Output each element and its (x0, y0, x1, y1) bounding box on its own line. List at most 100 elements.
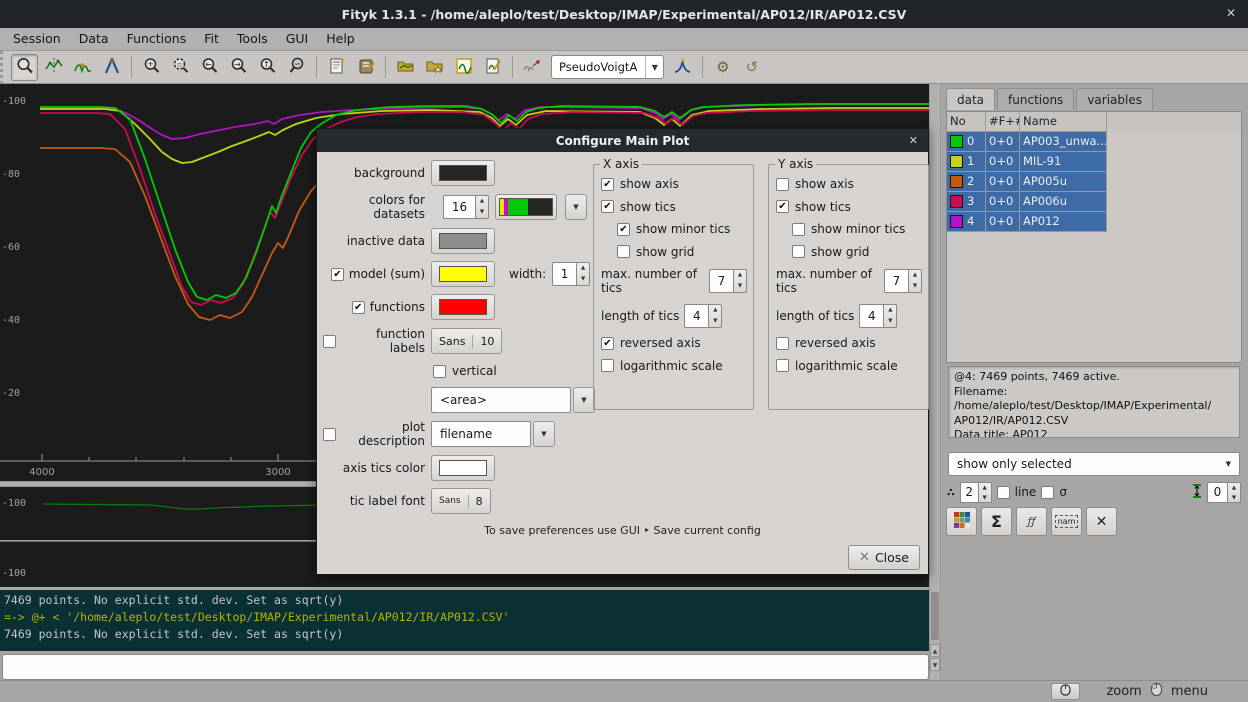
dataset-colors-count-stepper[interactable]: 16 ▲▼ (443, 195, 489, 219)
x-show-minor-tics-checkbox[interactable]: ✔ (617, 223, 630, 236)
col-no[interactable]: No (947, 112, 986, 132)
dialog-titlebar[interactable]: Configure Main Plot ✕ (317, 129, 928, 152)
scroll-down-icon[interactable]: ▼ (930, 658, 940, 671)
function-labels-checkbox[interactable] (323, 335, 336, 348)
x-show-tics-checkbox[interactable]: ✔ (601, 200, 614, 213)
y-log-scale-checkbox[interactable] (776, 359, 789, 372)
zoom-select-tool-button[interactable] (11, 54, 38, 81)
shift-stepper[interactable]: 0 ▲▼ (1207, 482, 1241, 503)
show-filter-select[interactable]: show only selected ▼ (948, 452, 1240, 476)
table-row[interactable]: 0 0+0 AP003_unwa... (947, 132, 1241, 152)
add-function-button[interactable]: ✦ (669, 54, 696, 81)
model-checkbox[interactable]: ✔ (331, 268, 344, 281)
label-format-combo[interactable]: <area> ▼ (431, 387, 595, 413)
functions-color-button[interactable] (431, 294, 495, 320)
y-tic-length-stepper[interactable]: 4▲▼ (859, 304, 897, 328)
x-log-scale-checkbox[interactable] (601, 359, 614, 372)
y-show-grid-checkbox[interactable] (792, 245, 805, 258)
fit-undo-button[interactable]: ↺ (738, 54, 765, 81)
tics-color-button[interactable] (431, 455, 495, 481)
menu-help[interactable]: Help (317, 28, 364, 50)
inactive-color-button[interactable] (431, 228, 495, 254)
quick-add-function-button[interactable] (519, 54, 546, 81)
delete-button[interactable]: ✕ (1086, 507, 1117, 536)
menu-session[interactable]: Session (4, 28, 70, 50)
menu-fit[interactable]: Fit (195, 28, 228, 50)
tic-font-button[interactable]: Sans8 (431, 488, 491, 514)
add-peak-draw-button[interactable] (69, 54, 96, 81)
rename-button[interactable]: nam (1051, 507, 1082, 536)
menu-data[interactable]: Data (70, 28, 118, 50)
vertical-checkbox[interactable] (433, 365, 446, 378)
chevron-down-icon[interactable]: ▼ (573, 387, 595, 413)
load-data-button[interactable] (392, 54, 419, 81)
line-checkbox[interactable] (997, 486, 1010, 499)
x-show-grid-checkbox[interactable] (617, 245, 630, 258)
zoom-left-button[interactable]: ← (196, 54, 223, 81)
command-input[interactable] (2, 654, 929, 680)
table-row[interactable]: 4 0+0 AP012 (947, 212, 1241, 232)
model-width-stepper[interactable]: 1 ▲▼ (552, 262, 590, 286)
y-show-minor-tics-checkbox[interactable] (792, 223, 805, 236)
baseline-tool-button[interactable] (98, 54, 125, 81)
sum-button[interactable]: Σ (981, 507, 1012, 536)
dialog-close-icon[interactable]: ✕ (909, 134, 918, 147)
chevron-down-icon[interactable]: ▼ (645, 56, 663, 78)
col-f[interactable]: #F+# (986, 112, 1020, 132)
plot-description-checkbox[interactable] (323, 428, 336, 441)
x-reversed-axis-checkbox[interactable]: ✔ (601, 337, 614, 350)
sigma-checkbox[interactable] (1041, 486, 1054, 499)
tab-functions[interactable]: functions (997, 88, 1074, 110)
y-show-tics-checkbox[interactable]: ✔ (776, 200, 789, 213)
mouse-config-button[interactable] (1051, 683, 1080, 700)
table-row[interactable]: 3 0+0 AP006u (947, 192, 1241, 212)
vertical-splitter[interactable]: ▲ ▼ (929, 84, 941, 680)
previous-zoom-button[interactable]: ▫ (167, 54, 194, 81)
gui-config-button[interactable] (352, 54, 379, 81)
save-plot-image-button[interactable] (450, 54, 477, 81)
window-close-icon[interactable]: ✕ (1226, 6, 1236, 20)
tab-variables[interactable]: variables (1076, 88, 1153, 110)
menu-functions[interactable]: Functions (118, 28, 196, 50)
line-label: line (1015, 485, 1037, 499)
load-data-custom-button[interactable] (421, 54, 448, 81)
x-show-axis-checkbox[interactable]: ✔ (601, 178, 614, 191)
fit-run-button[interactable]: ⚙ (709, 54, 736, 81)
y-axis-group: Y axis show axis ✔show tics show minor t… (768, 164, 929, 410)
svg-text:✦: ✦ (679, 56, 687, 66)
col-name[interactable]: Name (1020, 112, 1107, 132)
model-color-button[interactable] (431, 261, 495, 287)
y-reversed-axis-checkbox[interactable] (776, 337, 789, 350)
copy-functions-button[interactable]: ƒƒ (1016, 507, 1047, 536)
zoom-mouse-button[interactable]: ∽ (283, 54, 310, 81)
description-combo[interactable]: filename ▼ (431, 421, 555, 447)
functions-checkbox[interactable]: ✔ (352, 301, 365, 314)
dataset-palette-button[interactable] (495, 194, 557, 220)
tab-data[interactable]: data (946, 88, 995, 110)
function-labels-font-button[interactable]: Sans10 (431, 328, 502, 354)
point-size-stepper[interactable]: 2 ▲▼ (960, 482, 992, 503)
table-row[interactable]: 1 0+0 MIL-91 (947, 152, 1241, 172)
y-show-axis-checkbox[interactable] (776, 178, 789, 191)
x-tic-length-stepper[interactable]: 4▲▼ (684, 304, 722, 328)
dataset-colors-button[interactable] (946, 507, 977, 536)
zoom-vertical-button[interactable]: ↑ (254, 54, 281, 81)
palette-dropdown-button[interactable]: ▼ (565, 194, 587, 220)
peak-type-select[interactable]: PseudoVoigtA ▼ (551, 55, 664, 79)
scrollbar-thumb[interactable] (931, 592, 939, 640)
x-max-tics-stepper[interactable]: 7▲▼ (709, 269, 747, 293)
plot-export-button[interactable] (479, 54, 506, 81)
zoom-in-button[interactable]: + (138, 54, 165, 81)
console-line: 7469 points. No explicit std. dev. Set a… (4, 626, 925, 643)
menu-tools[interactable]: Tools (228, 28, 277, 50)
script-editor-button[interactable] (323, 54, 350, 81)
close-button[interactable]: ✕ Close (848, 545, 920, 570)
menu-gui[interactable]: GUI (277, 28, 318, 50)
y-max-tics-stepper[interactable]: 7▲▼ (884, 269, 922, 293)
scroll-up-icon[interactable]: ▲ (930, 644, 940, 657)
table-row[interactable]: 2 0+0 AP005u (947, 172, 1241, 192)
chevron-down-icon[interactable]: ▼ (533, 421, 555, 447)
background-color-button[interactable] (431, 160, 495, 186)
zoom-right-button[interactable]: → (225, 54, 252, 81)
data-range-tool-button[interactable] (40, 54, 67, 81)
